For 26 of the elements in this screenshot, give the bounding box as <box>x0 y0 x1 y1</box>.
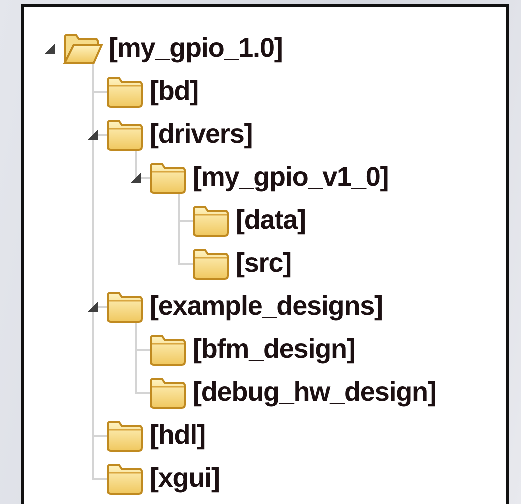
collapse-arrow-icon[interactable] <box>87 300 99 312</box>
tree-item[interactable]: [my_gpio_1.0] <box>109 33 283 64</box>
folder-icon <box>148 160 188 194</box>
collapse-arrow-icon[interactable] <box>130 172 142 184</box>
tree-item[interactable]: [debug_hw_design] <box>193 377 436 408</box>
collapse-arrow-icon[interactable] <box>87 128 99 140</box>
folder-icon <box>105 462 145 496</box>
tree-item[interactable]: [xgui] <box>150 463 220 494</box>
open-folder-icon <box>62 32 104 66</box>
folder-icon <box>105 118 145 152</box>
tree-item[interactable]: [bfm_design] <box>193 334 356 365</box>
folder-icon <box>105 290 145 324</box>
folder-icon <box>191 204 231 238</box>
folder-icon <box>148 376 188 410</box>
collapse-arrow-icon[interactable] <box>44 42 56 54</box>
tree-item[interactable]: [hdl] <box>150 420 206 451</box>
tree-item[interactable]: [data] <box>236 205 306 236</box>
folder-icon <box>148 332 188 366</box>
tree-item[interactable]: [src] <box>236 248 292 279</box>
folder-icon <box>105 418 145 452</box>
tree-item[interactable]: [bd] <box>150 76 199 107</box>
folder-icon <box>105 74 145 108</box>
folder-icon <box>191 246 231 280</box>
tree-item[interactable]: [example_designs] <box>150 291 383 322</box>
tree-item[interactable]: [drivers] <box>150 119 253 150</box>
tree-item[interactable]: [my_gpio_v1_0] <box>193 162 389 193</box>
